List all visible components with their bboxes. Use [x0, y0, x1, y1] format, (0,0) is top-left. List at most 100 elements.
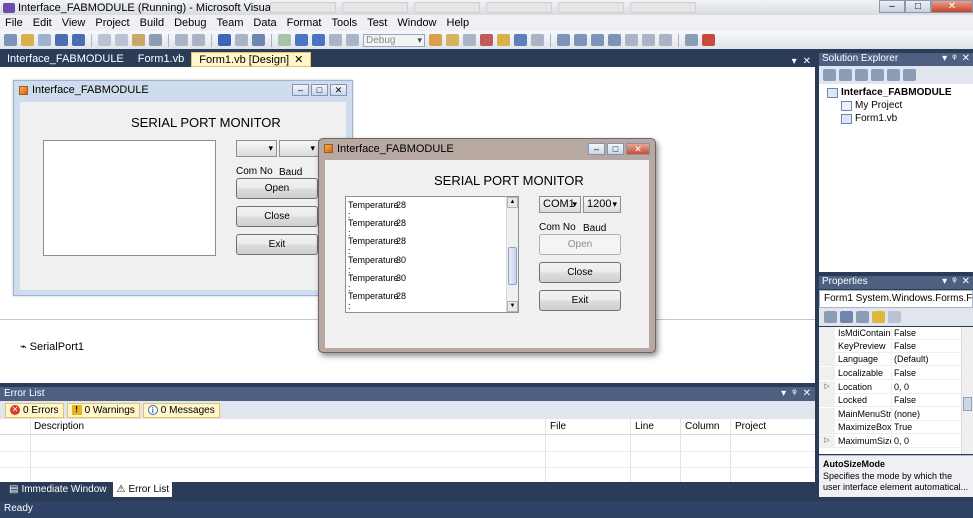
- refresh-icon[interactable]: [855, 69, 868, 81]
- property-row[interactable]: Localizable False: [819, 367, 961, 380]
- design-form-window[interactable]: Interface_FABMODULE – □ ✕ SERIAL PORT MO…: [13, 80, 353, 296]
- dropdown-icon[interactable]: ▾: [942, 276, 947, 288]
- com-port-combo[interactable]: COM1 ▾: [539, 196, 581, 213]
- find-in-files-icon[interactable]: [429, 34, 442, 46]
- break-all-icon[interactable]: [295, 34, 308, 46]
- add-item-icon[interactable]: [38, 34, 51, 46]
- menu-tools[interactable]: Tools: [327, 17, 363, 29]
- open-port-button[interactable]: Open: [539, 234, 621, 255]
- property-row[interactable]: ▷ MaximumSize 0, 0: [819, 435, 961, 448]
- copy-icon[interactable]: [115, 34, 128, 46]
- listbox-scrollbar[interactable]: ▲ ▼: [506, 197, 518, 312]
- column-project[interactable]: Project: [735, 421, 766, 432]
- show-all-files-icon[interactable]: [839, 69, 852, 81]
- open-file-icon[interactable]: [21, 34, 34, 46]
- tab-order-icon[interactable]: [685, 34, 698, 46]
- menu-project[interactable]: Project: [90, 17, 134, 29]
- step-over-icon[interactable]: [346, 34, 359, 46]
- tab-dropdown-icon[interactable]: ▾: [792, 56, 797, 67]
- menu-format[interactable]: Format: [282, 17, 327, 29]
- close-button[interactable]: ✕: [931, 0, 973, 13]
- solution-config-combo[interactable]: Debug: [363, 33, 425, 47]
- tab-immediate-window[interactable]: ▤ Immediate Window: [6, 482, 109, 497]
- maximize-button[interactable]: □: [905, 0, 931, 13]
- redo-icon[interactable]: [235, 34, 248, 46]
- design-baud-label[interactable]: Baud: [279, 167, 302, 178]
- close-port-button[interactable]: Close: [539, 262, 621, 283]
- dropdown-icon[interactable]: ▾: [781, 387, 786, 400]
- menu-file[interactable]: File: [0, 17, 28, 29]
- make-same-size-icon[interactable]: [608, 34, 621, 46]
- running-maximize-button[interactable]: □: [607, 142, 624, 155]
- properties-view-icon[interactable]: [856, 311, 869, 323]
- stop-debugging-icon[interactable]: [312, 34, 325, 46]
- column-description[interactable]: Description: [34, 421, 84, 432]
- list-item[interactable]: Temperature :28: [348, 236, 406, 256]
- column-column[interactable]: Column: [685, 421, 719, 432]
- categorized-icon[interactable]: [824, 311, 837, 323]
- align-rights-icon[interactable]: [591, 34, 604, 46]
- column-line[interactable]: Line: [635, 421, 654, 432]
- navigate-back-icon[interactable]: [252, 34, 265, 46]
- menu-data[interactable]: Data: [248, 17, 281, 29]
- list-item[interactable]: Temperature :28: [348, 291, 406, 311]
- scroll-thumb[interactable]: [963, 397, 972, 411]
- center-horizontally-icon[interactable]: [659, 34, 672, 46]
- properties-window-icon[interactable]: [463, 34, 476, 46]
- close-tab-icon[interactable]: ✕: [294, 53, 303, 67]
- find-icon[interactable]: [149, 34, 162, 46]
- cut-icon[interactable]: [98, 34, 111, 46]
- properties-icon[interactable]: [823, 69, 836, 81]
- align-centers-icon[interactable]: [574, 34, 587, 46]
- messages-filter-button[interactable]: i 0 Messages: [142, 402, 220, 418]
- close-icon[interactable]: ✕: [803, 387, 811, 400]
- property-row[interactable]: ▷ Location 0, 0: [819, 381, 961, 394]
- class-diagram-icon[interactable]: [903, 69, 916, 81]
- property-row[interactable]: Language (Default): [819, 353, 961, 366]
- design-close-form-button[interactable]: Close: [236, 206, 318, 227]
- menu-view[interactable]: View: [57, 17, 91, 29]
- menu-build[interactable]: Build: [135, 17, 169, 29]
- property-row[interactable]: IsMdiContain False: [819, 327, 961, 340]
- vertical-spacing-icon[interactable]: [642, 34, 655, 46]
- tab-form1-vb[interactable]: Form1.vb: [131, 52, 191, 67]
- tree-item-my-project[interactable]: My Project: [841, 100, 902, 111]
- serialport-component[interactable]: ⌁ SerialPort1: [20, 340, 84, 354]
- toolbar-options-icon[interactable]: [702, 34, 715, 46]
- property-pages-icon[interactable]: [888, 311, 901, 323]
- start-page-icon[interactable]: [531, 34, 544, 46]
- new-project-icon[interactable]: [4, 34, 17, 46]
- start-debugging-icon[interactable]: [278, 34, 291, 46]
- undo-icon[interactable]: [218, 34, 231, 46]
- scroll-thumb[interactable]: [508, 247, 517, 285]
- property-row[interactable]: KeyPreview False: [819, 340, 961, 353]
- save-all-icon[interactable]: [72, 34, 85, 46]
- design-heading[interactable]: SERIAL PORT MONITOR: [131, 115, 281, 130]
- view-designer-icon[interactable]: [887, 69, 900, 81]
- scroll-up-icon[interactable]: ▲: [507, 197, 518, 208]
- list-item[interactable]: Temperature :30: [348, 273, 406, 293]
- baud-rate-combo[interactable]: 1200 ▾: [583, 196, 621, 213]
- minimize-button[interactable]: –: [879, 0, 905, 13]
- align-lefts-icon[interactable]: [557, 34, 570, 46]
- uncomment-icon[interactable]: [192, 34, 205, 46]
- design-open-button[interactable]: Open: [236, 178, 318, 199]
- running-minimize-button[interactable]: –: [588, 142, 605, 155]
- solution-explorer-icon[interactable]: [446, 34, 459, 46]
- menu-team[interactable]: Team: [212, 17, 249, 29]
- tab-form1-design[interactable]: Form1.vb [Design] ✕: [191, 52, 312, 67]
- errors-filter-button[interactable]: ✕ 0 Errors: [5, 402, 64, 418]
- menu-help[interactable]: Help: [442, 17, 475, 29]
- horizontal-spacing-icon[interactable]: [625, 34, 638, 46]
- class-view-icon[interactable]: [514, 34, 527, 46]
- menu-edit[interactable]: Edit: [28, 17, 57, 29]
- menu-debug[interactable]: Debug: [169, 17, 211, 29]
- list-item[interactable]: Temperature :30: [348, 255, 406, 275]
- tree-item-project[interactable]: Interface_FABMODULE: [827, 87, 952, 98]
- warnings-filter-button[interactable]: ! 0 Warnings: [66, 402, 140, 418]
- step-into-icon[interactable]: [329, 34, 342, 46]
- design-com-combo[interactable]: ▾: [236, 140, 277, 157]
- property-row[interactable]: MainMenuStr (none): [819, 408, 961, 421]
- comment-icon[interactable]: [175, 34, 188, 46]
- toolbox-icon[interactable]: [497, 34, 510, 46]
